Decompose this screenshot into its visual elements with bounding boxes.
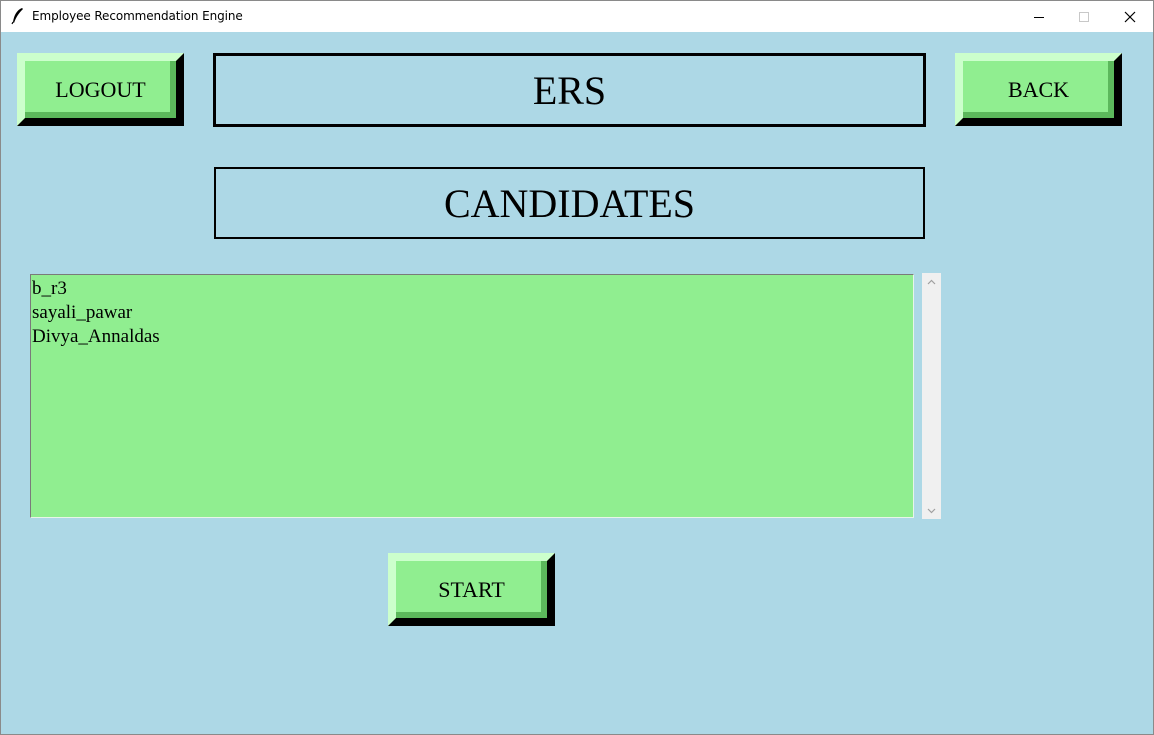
- close-icon: [1124, 11, 1136, 22]
- back-label: BACK: [1007, 76, 1070, 102]
- app-window: Employee Recommendation Engine LOGOUT ER…: [0, 0, 1154, 735]
- list-item[interactable]: sayali_pawar: [32, 301, 913, 325]
- client-area: LOGOUT ERS BACK CANDIDATES b_r3 sayali_p…: [1, 32, 1153, 734]
- app-title: ERS: [532, 67, 607, 113]
- chevron-up-icon: [927, 279, 936, 284]
- start-button[interactable]: START: [388, 553, 555, 626]
- logout-button[interactable]: LOGOUT: [17, 53, 184, 126]
- candidates-heading: CANDIDATES: [443, 180, 696, 226]
- minimize-button[interactable]: [1016, 1, 1062, 32]
- start-label: START: [438, 576, 505, 602]
- scroll-down-button[interactable]: [922, 502, 941, 519]
- feather-icon: [11, 8, 23, 25]
- candidates-listbox[interactable]: b_r3 sayali_pawar Divya_Annaldas: [30, 274, 914, 518]
- title-bar[interactable]: Employee Recommendation Engine: [1, 1, 1153, 32]
- minimize-icon: [1034, 16, 1044, 18]
- chevron-down-icon: [927, 508, 936, 513]
- candidates-heading-box: CANDIDATES: [214, 167, 925, 239]
- list-item[interactable]: Divya_Annaldas: [32, 325, 913, 349]
- listbox-scrollbar[interactable]: [922, 273, 941, 519]
- back-button[interactable]: BACK: [955, 53, 1122, 126]
- app-title-box: ERS: [213, 53, 926, 127]
- list-item[interactable]: b_r3: [32, 277, 913, 301]
- maximize-icon: [1079, 11, 1089, 22]
- window-title: Employee Recommendation Engine: [32, 9, 243, 23]
- close-button[interactable]: [1107, 1, 1153, 32]
- logout-label: LOGOUT: [55, 76, 146, 102]
- scroll-up-button[interactable]: [922, 273, 941, 290]
- maximize-button[interactable]: [1061, 1, 1107, 32]
